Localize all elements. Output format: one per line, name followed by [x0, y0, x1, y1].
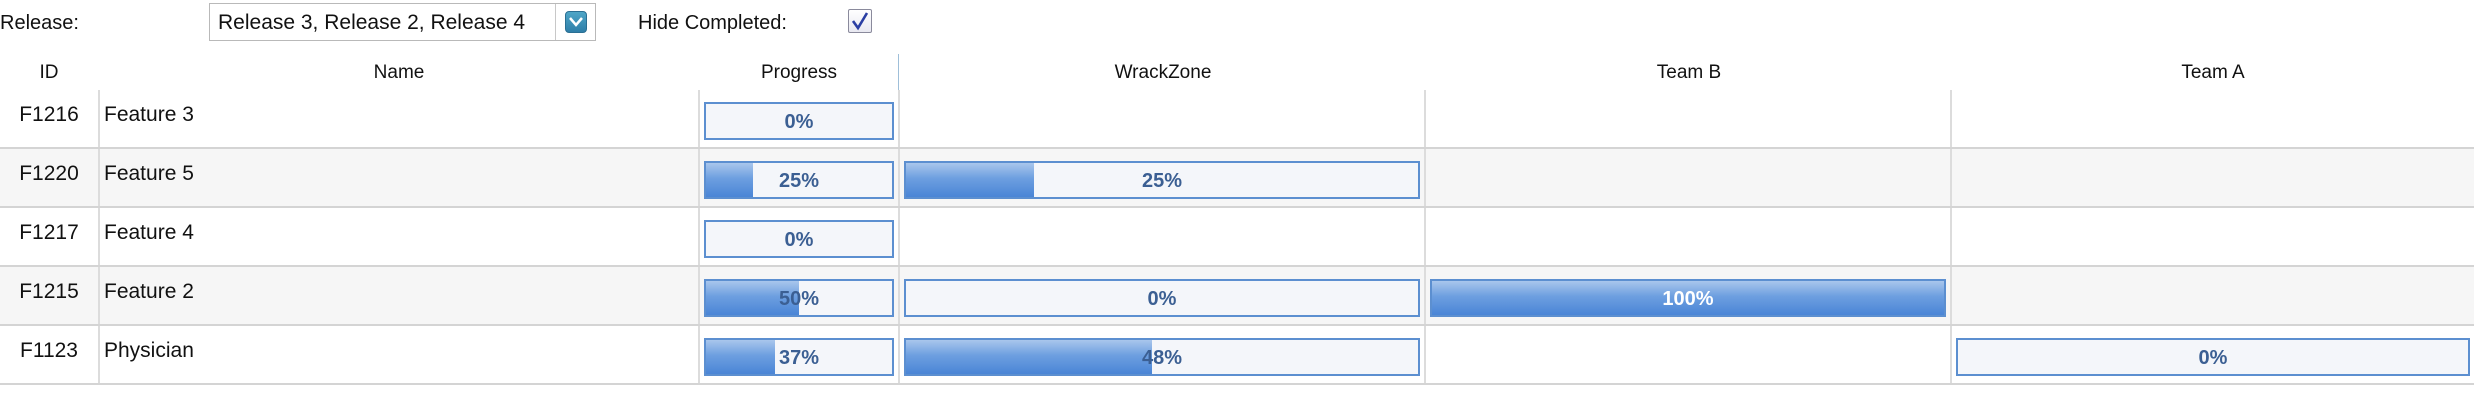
hide-completed-checkbox[interactable]: [848, 9, 872, 33]
progress-bar-label: 0%: [784, 111, 814, 133]
column-header-wrackzone[interactable]: WrackZone: [900, 62, 1426, 84]
progress-bar: 37%: [704, 338, 894, 376]
cell-id: F1123: [20, 339, 78, 362]
cell-id: F1217: [19, 221, 79, 244]
table-row[interactable]: F1217 Feature 4 0%: [0, 208, 2474, 267]
progress-bar-label: 0%: [784, 229, 814, 251]
column-header-team-b[interactable]: Team B: [1426, 62, 1952, 84]
table-row[interactable]: F1123 Physician 37% 48% 0%: [0, 326, 2474, 385]
team-b-progress-bar: 100%: [1430, 279, 1946, 317]
table-row[interactable]: F1215 Feature 2 50% 0% 100%: [0, 267, 2474, 326]
progress-bar-label: 37%: [778, 347, 820, 369]
wrackzone-progress-bar: 48%: [904, 338, 1420, 376]
progress-bar-label: 48%: [1141, 347, 1183, 369]
cell-name[interactable]: Feature 4: [104, 221, 194, 245]
hide-completed-label: Hide Completed:: [638, 12, 787, 34]
column-resize-handle[interactable]: [898, 54, 899, 90]
column-header-id[interactable]: ID: [0, 62, 98, 84]
dropdown-chevron-icon[interactable]: [565, 11, 587, 33]
cell-id: F1215: [19, 280, 79, 303]
progress-bar-label: 0%: [2198, 347, 2228, 369]
team-a-progress-bar: 0%: [1956, 338, 2470, 376]
grid-header: ID Name Progress WrackZone Team B Team A: [0, 54, 2474, 90]
progress-bar-label: 0%: [1147, 288, 1177, 310]
checkmark-icon: [851, 12, 869, 31]
release-combobox[interactable]: Release 3, Release 2, Release 4: [209, 3, 596, 41]
progress-bar: 0%: [704, 102, 894, 140]
wrackzone-progress-bar: 25%: [904, 161, 1420, 199]
cell-name[interactable]: Feature 2: [104, 280, 194, 304]
feature-grid: ID Name Progress WrackZone Team B Team A…: [0, 54, 2474, 385]
progress-bar-label: 100%: [1662, 288, 1714, 310]
progress-bar: 25%: [704, 161, 894, 199]
cell-id: F1220: [19, 162, 79, 185]
progress-bar: 0%: [704, 220, 894, 258]
cell-name[interactable]: Physician: [104, 339, 194, 363]
progress-bar-label: 50%: [778, 288, 820, 310]
combobox-divider: [555, 4, 556, 40]
filter-bar: Release: Release 3, Release 2, Release 4…: [0, 0, 2474, 48]
release-combobox-value: Release 3, Release 2, Release 4: [218, 11, 526, 34]
cell-id: F1216: [19, 103, 79, 126]
column-header-progress[interactable]: Progress: [700, 62, 898, 84]
table-row[interactable]: F1220 Feature 5 25% 25%: [0, 149, 2474, 208]
progress-bar-label: 25%: [1141, 170, 1183, 192]
cell-name[interactable]: Feature 5: [104, 162, 194, 186]
column-header-team-a[interactable]: Team A: [1952, 62, 2474, 84]
release-label: Release:: [0, 12, 79, 34]
progress-bar: 50%: [704, 279, 894, 317]
progress-bar-label: 25%: [778, 170, 820, 192]
table-row[interactable]: F1216 Feature 3 0%: [0, 90, 2474, 149]
column-header-name[interactable]: Name: [100, 62, 698, 84]
cell-name[interactable]: Feature 3: [104, 103, 194, 127]
wrackzone-progress-bar: 0%: [904, 279, 1420, 317]
